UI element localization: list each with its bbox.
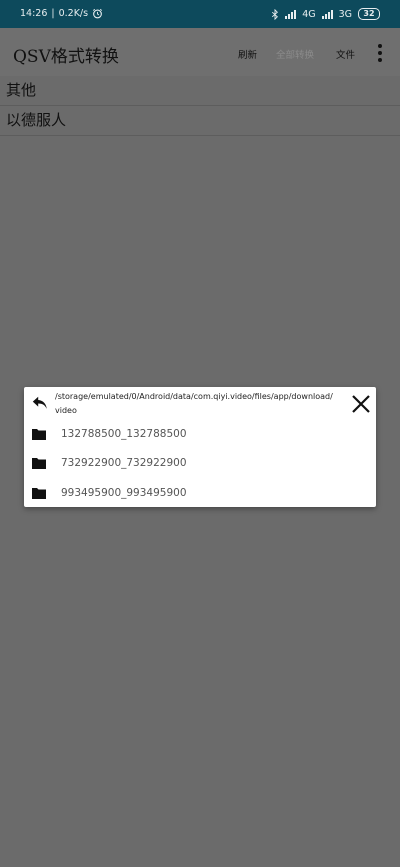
status-speed: 0.2K/s [58, 8, 89, 19]
folder-item[interactable]: 732922900_732922900 [32, 453, 187, 473]
folder-list: 其他 以德服人 [0, 76, 400, 136]
file-chooser-dialog: /storage/emulated/0/Android/data/com.qiy… [24, 387, 376, 507]
current-path: /storage/emulated/0/Android/data/com.qiy… [55, 392, 333, 415]
folder-icon [32, 488, 46, 499]
network-type-4g: 4G [302, 8, 316, 20]
list-item[interactable]: 以德服人 [0, 106, 400, 136]
status-right: 4G 3G 32 [271, 8, 380, 20]
status-time: 14:26 [20, 8, 48, 19]
folder-name: 732922900_732922900 [61, 457, 187, 469]
convert-all-button[interactable]: 全部转换 [276, 47, 314, 61]
status-bar: 14:26 | 0.2K/s 4G 3G 32 [0, 0, 400, 28]
more-options-icon[interactable] [372, 44, 388, 62]
app-bar: QSV格式转换 刷新 全部转换 文件 [0, 28, 400, 76]
battery-icon: 32 [358, 8, 380, 20]
app-title: QSV格式转换 [13, 47, 119, 67]
folder-icon [32, 429, 46, 440]
signal-icon [285, 9, 297, 19]
list-item[interactable]: 其他 [0, 76, 400, 106]
bluetooth-icon [272, 8, 279, 20]
alarm-clock-icon [92, 8, 103, 19]
network-type-3g: 3G [338, 8, 352, 20]
close-icon[interactable] [350, 393, 372, 415]
refresh-button[interactable]: 刷新 [238, 47, 257, 61]
folder-icon [32, 458, 46, 469]
folder-item[interactable]: 993495900_993495900 [32, 483, 187, 503]
folder-name: 993495900_993495900 [61, 487, 187, 499]
status-left: 14:26 | 0.2K/s [20, 8, 103, 19]
signal-icon [321, 9, 333, 19]
folder-name: 132788500_132788500 [61, 428, 187, 440]
status-divider: | [51, 8, 55, 19]
folder-item[interactable]: 132788500_132788500 [32, 424, 187, 444]
files-button[interactable]: 文件 [336, 47, 355, 61]
back-arrow-icon[interactable] [31, 394, 49, 412]
